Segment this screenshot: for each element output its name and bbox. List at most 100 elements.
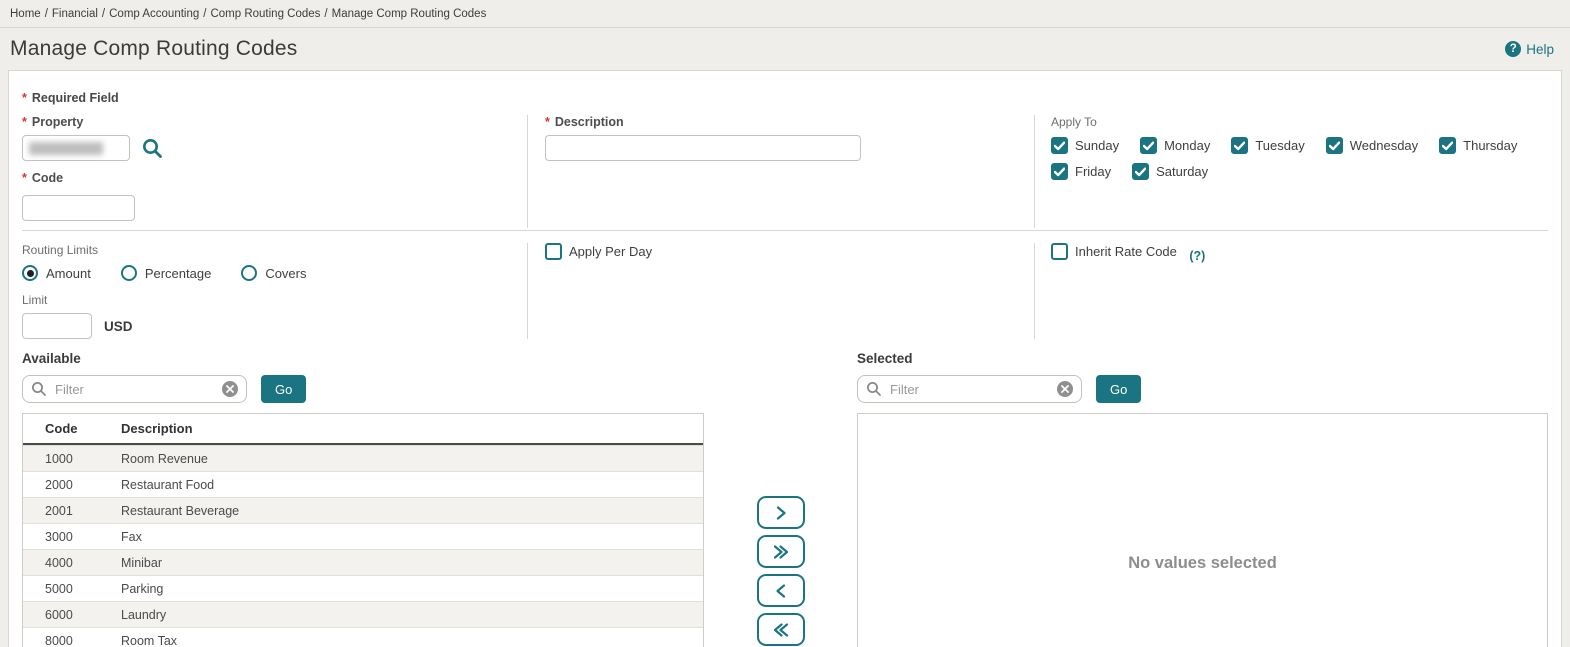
description-input[interactable] [545, 135, 861, 161]
table-row[interactable]: 2000 Restaurant Food [23, 471, 703, 497]
day-label: Tuesday [1255, 138, 1305, 153]
property-value-redacted [29, 141, 103, 155]
radio-amount[interactable] [22, 265, 38, 281]
cell-description: Restaurant Food [121, 477, 215, 492]
table-row[interactable]: 4000 Minibar [23, 549, 703, 575]
breadcrumb-item-financial[interactable]: Financial [52, 8, 98, 20]
day-tuesday: Tuesday [1231, 137, 1305, 154]
move-all-left-button[interactable] [757, 613, 805, 646]
help-label: Help [1526, 41, 1554, 57]
double-chevron-right-icon [773, 544, 789, 559]
available-table: Code Description 1000 Room Revenue 2000 … [22, 413, 704, 647]
checkbox-friday[interactable] [1051, 163, 1068, 180]
available-filter-clear-icon[interactable] [222, 381, 238, 397]
required-asterisk: * [22, 115, 27, 129]
table-row[interactable]: 2001 Restaurant Beverage [23, 497, 703, 523]
routing-limit-percentage: Percentage [120, 265, 212, 281]
breadcrumb-item-comp-routing-codes[interactable]: Comp Routing Codes [210, 8, 320, 20]
table-row[interactable]: 6000 Laundry [23, 601, 703, 627]
available-go-button[interactable]: Go [261, 375, 307, 403]
routing-limits-column: Routing Limits Amount Percentage Covers … [22, 243, 528, 339]
checkbox-tuesday[interactable] [1231, 137, 1249, 154]
breadcrumb-separator: / [44, 8, 48, 20]
property-label: * Property [22, 115, 84, 129]
cell-description: Fax [121, 529, 142, 544]
available-section: Available Go Code Description [22, 351, 705, 647]
radio-covers[interactable] [241, 265, 258, 281]
limit-label: Limit [22, 293, 48, 307]
breadcrumb-item-home[interactable]: Home [10, 8, 41, 20]
transfer-buttons [705, 351, 857, 647]
code-input[interactable] [22, 195, 135, 221]
selected-filter-clear-icon[interactable] [1057, 381, 1073, 397]
apply-per-day: Apply Per Day [545, 243, 652, 260]
help-icon [1505, 41, 1522, 57]
day-friday: Friday [1051, 163, 1111, 180]
available-table-header: Code Description [23, 414, 703, 445]
checkbox-thursday[interactable] [1439, 137, 1457, 154]
chevron-right-icon [776, 505, 786, 520]
move-selected-right-button[interactable] [757, 496, 805, 529]
breadcrumb-item-current[interactable]: Manage Comp Routing Codes [332, 8, 487, 20]
available-title: Available [22, 351, 81, 366]
day-label: Monday [1164, 138, 1211, 153]
breadcrumb: Home / Financial / Comp Accounting / Comp Rout… [0, 0, 1570, 28]
apply-per-day-label: Apply Per Day [569, 244, 653, 259]
cell-description: Room Revenue [121, 451, 208, 466]
required-asterisk: * [22, 171, 27, 185]
help-link[interactable]: Help [1505, 41, 1554, 57]
checkbox-wednesday[interactable] [1325, 137, 1343, 154]
form-row-2: Routing Limits Amount Percentage Covers … [22, 231, 1548, 339]
inherit-rate-code-hint[interactable]: (?) [1189, 249, 1205, 263]
cell-description: Room Tax [121, 633, 178, 647]
table-row[interactable]: 1000 Room Revenue [23, 445, 703, 471]
day-label: Wednesday [1349, 138, 1419, 153]
required-asterisk: * [22, 91, 27, 105]
checkbox-saturday[interactable] [1132, 163, 1150, 180]
available-filter-input[interactable] [22, 375, 247, 403]
cell-code: 6000 [45, 607, 73, 622]
description-column: * Description [528, 115, 1035, 228]
table-row[interactable]: 3000 Fax [23, 523, 703, 549]
chevron-left-icon [776, 583, 786, 598]
cell-code: 2001 [45, 503, 73, 518]
apply-per-day-column: Apply Per Day [528, 243, 1035, 339]
manage-comp-routing-codes-panel: * Required Field * Property * Code * Des… [8, 70, 1562, 647]
cell-description: Parking [121, 581, 164, 596]
property-search-icon[interactable] [141, 137, 164, 160]
day-label: Thursday [1463, 138, 1518, 153]
apply-to-label: Apply To [1051, 115, 1097, 129]
selected-title: Selected [857, 351, 913, 366]
inherit-rate-code: Inherit Rate Code [1051, 243, 1177, 260]
selected-filter-input[interactable] [857, 375, 1082, 403]
day-monday: Monday [1140, 137, 1210, 154]
breadcrumb-item-comp-accounting[interactable]: Comp Accounting [109, 8, 199, 20]
checkbox-inherit-rate-code[interactable] [1051, 243, 1068, 260]
radio-label: Percentage [144, 265, 212, 281]
day-saturday: Saturday [1132, 163, 1208, 180]
cell-code: 1000 [45, 451, 73, 466]
column-header-code: Code [45, 421, 78, 436]
cell-code: 5000 [45, 581, 73, 596]
move-all-right-button[interactable] [757, 535, 805, 568]
selected-go-button[interactable]: Go [1096, 375, 1142, 403]
breadcrumb-separator: / [101, 8, 106, 20]
routing-limit-covers: Covers [241, 265, 307, 281]
apply-to-column: Apply To Sunday Monday Tuesday Wednesday [1035, 115, 1548, 228]
limit-input[interactable] [22, 313, 92, 339]
search-icon [31, 381, 47, 402]
inherit-rate-code-column: Inherit Rate Code (?) [1035, 243, 1548, 339]
checkbox-sunday[interactable] [1051, 137, 1068, 154]
move-selected-left-button[interactable] [757, 574, 805, 607]
table-row[interactable]: 5000 Parking [23, 575, 703, 601]
code-label: * Code [22, 171, 64, 185]
radio-percentage[interactable] [120, 265, 137, 281]
day-sunday: Sunday [1051, 137, 1119, 154]
selected-list-panel: No values selected [857, 413, 1548, 647]
table-row[interactable]: 8000 Room Tax [23, 627, 703, 647]
checkbox-monday[interactable] [1140, 137, 1158, 154]
checkbox-apply-per-day[interactable] [545, 243, 562, 260]
routing-limit-amount: Amount [22, 265, 91, 281]
available-filter-box [22, 375, 247, 403]
page-header: Manage Comp Routing Codes Help [0, 28, 1570, 70]
